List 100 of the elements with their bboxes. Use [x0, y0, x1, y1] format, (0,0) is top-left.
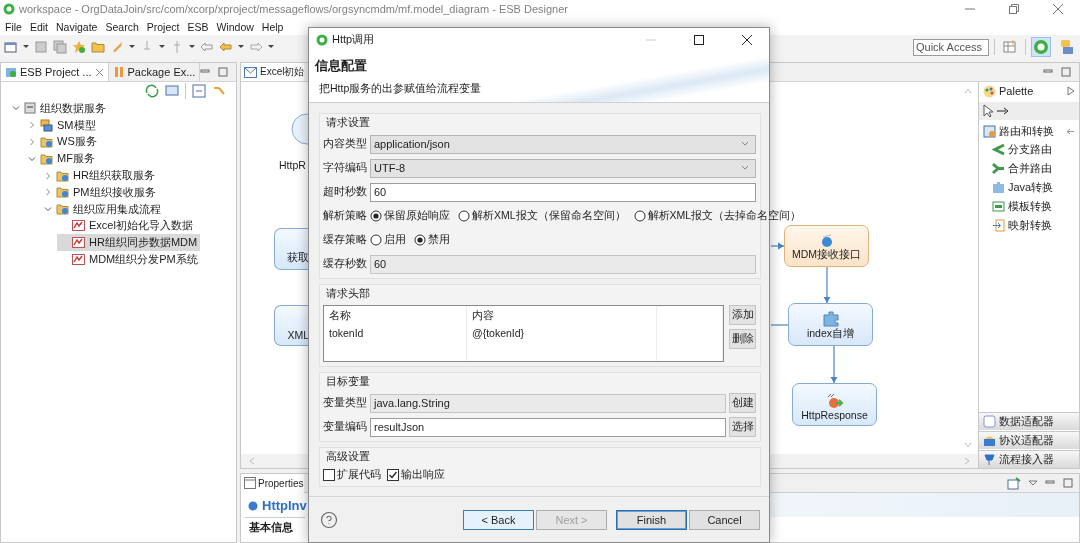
tree-item[interactable]: Excel初始化导入数据	[57, 217, 196, 235]
scroll-right-icon[interactable]	[964, 457, 970, 465]
caret-icon[interactable]	[238, 44, 244, 50]
palette-item[interactable]: 合并路由	[979, 159, 1079, 178]
tree-item[interactable]: 组织数据服务	[9, 100, 109, 117]
quick-access-field[interactable]: Quick Access	[913, 38, 989, 56]
folder-icon[interactable]	[91, 40, 105, 54]
tree-item[interactable]: SM模型	[25, 116, 99, 134]
palette-item[interactable]: 分支路由	[979, 140, 1079, 159]
package-icon	[112, 66, 125, 78]
back-arrow-icon[interactable]	[200, 40, 214, 54]
view-tab[interactable]: ESB Project ...	[1, 63, 109, 81]
palette-drawer[interactable]: 路由和转换	[979, 122, 1079, 140]
database-icon[interactable]	[1058, 39, 1074, 55]
merge-icon	[992, 162, 1005, 175]
table-button[interactable]: 添加	[729, 305, 756, 325]
save-icon[interactable]	[34, 40, 48, 54]
globe-arrow-icon	[825, 393, 844, 409]
app-logo-icon[interactable]	[1033, 39, 1049, 55]
scroll-down-icon[interactable]	[964, 442, 972, 448]
caret-icon[interactable]	[189, 44, 195, 50]
group-title: 请求设置	[325, 116, 371, 130]
tree-item[interactable]: MF服务	[25, 150, 98, 168]
flow-node: MDM接收接口	[784, 225, 869, 267]
tree-item[interactable]: MDM组织分发PM系统	[57, 251, 201, 268]
radio-button[interactable]	[370, 210, 382, 222]
dialog-button[interactable]: Finish	[616, 509, 687, 530]
palette-title: Palette	[999, 85, 1034, 97]
tree-item[interactable]: HR组织同步数据MDM	[57, 234, 201, 252]
caret-icon[interactable]	[268, 44, 274, 50]
menu-item[interactable]: ESB	[183, 20, 213, 33]
caret-icon[interactable]	[23, 44, 29, 50]
menu-item[interactable]: Project	[142, 20, 184, 33]
tree-item[interactable]: WS服务	[25, 133, 100, 151]
star-build-icon[interactable]	[72, 40, 86, 54]
menu-item[interactable]: Help	[257, 20, 288, 33]
menu-item[interactable]: Edit	[25, 20, 52, 33]
radio-button[interactable]	[633, 210, 646, 222]
caret-icon[interactable]	[129, 44, 135, 50]
radio-button[interactable]	[414, 234, 426, 246]
palette-drawer[interactable]: 数据适配器	[979, 412, 1079, 430]
input-field[interactable]: resultJson	[370, 417, 726, 437]
palette-drawer[interactable]: 流程接入器	[979, 450, 1079, 468]
help-icon[interactable]	[320, 510, 338, 529]
puzzle-icon	[992, 181, 1005, 194]
chevron-down-icon[interactable]	[12, 104, 20, 113]
input-field[interactable]: 60	[370, 182, 756, 202]
dialog-button[interactable]: < Back	[463, 509, 534, 530]
arrow-right-icon[interactable]	[996, 107, 1010, 115]
menu-item[interactable]: Window	[212, 20, 258, 33]
palette-item[interactable]: 模板转换	[979, 197, 1079, 216]
maximize-icon[interactable]	[694, 34, 704, 45]
scroll-up-icon[interactable]	[964, 88, 972, 94]
new-window-icon[interactable]	[4, 40, 18, 54]
menu-item[interactable]: Navigate	[52, 20, 102, 33]
collapse-all-icon[interactable]	[192, 84, 206, 98]
window-icon	[244, 477, 256, 489]
flow-icon	[72, 254, 85, 266]
caret-icon[interactable]	[159, 44, 165, 50]
scroll-left-icon[interactable]	[249, 457, 255, 465]
restore-icon[interactable]	[1009, 4, 1019, 14]
arrow-left-icon[interactable]	[219, 40, 233, 54]
radio-button[interactable]	[370, 234, 382, 246]
editor-tab[interactable]: Excel初始	[241, 63, 305, 81]
table-button[interactable]: 删除	[729, 329, 756, 349]
menu-item[interactable]: Search	[101, 20, 143, 33]
palette-item[interactable]: 映射转换	[979, 216, 1079, 235]
monitor-icon[interactable]	[165, 84, 179, 98]
chevron-down-icon[interactable]	[44, 205, 52, 214]
flow-node: HttpResponse	[792, 383, 877, 426]
route-icon	[983, 124, 996, 138]
menu-item[interactable]: File	[1, 20, 26, 33]
checkbox[interactable]	[387, 469, 399, 481]
close-icon[interactable]	[742, 34, 752, 45]
perspective-icon[interactable]	[1003, 40, 1017, 54]
dropdown[interactable]: UTF-8	[370, 158, 756, 178]
side-button[interactable]: 选择	[729, 417, 756, 437]
palette-item[interactable]: Java转换	[979, 178, 1079, 197]
radio-label: 保留原始响应	[384, 209, 450, 223]
dialog-button[interactable]: Cancel	[689, 509, 760, 530]
tree-item[interactable]: PM组织接收服务	[41, 184, 159, 201]
checkbox[interactable]	[323, 469, 335, 481]
radio-label: 解析XML报文（保留命名空间）	[472, 209, 626, 223]
sync-icon[interactable]	[145, 84, 159, 98]
palette-drawer[interactable]: 协议适配器	[979, 431, 1079, 449]
dropdown[interactable]: application/json	[370, 134, 756, 154]
view-menu-icon[interactable]	[1029, 480, 1037, 486]
view-tab[interactable]: Properties	[241, 473, 304, 493]
flow-node: index自增	[788, 303, 873, 346]
radio-label: 禁用	[428, 233, 450, 247]
radio-button[interactable]	[458, 210, 470, 222]
cursor-icon[interactable]	[982, 104, 994, 118]
tree-item[interactable]: HR组织获取服务	[41, 167, 158, 184]
field-label: 解析策略	[323, 209, 367, 223]
chevron-down-icon[interactable]	[28, 154, 36, 163]
folder-globe-icon	[40, 136, 53, 148]
flow-icon	[72, 237, 85, 249]
expand-triangle-icon[interactable]	[1067, 86, 1075, 96]
tree-item[interactable]: 组织应用集成流程	[41, 200, 164, 218]
save-all-icon[interactable]	[53, 40, 67, 54]
